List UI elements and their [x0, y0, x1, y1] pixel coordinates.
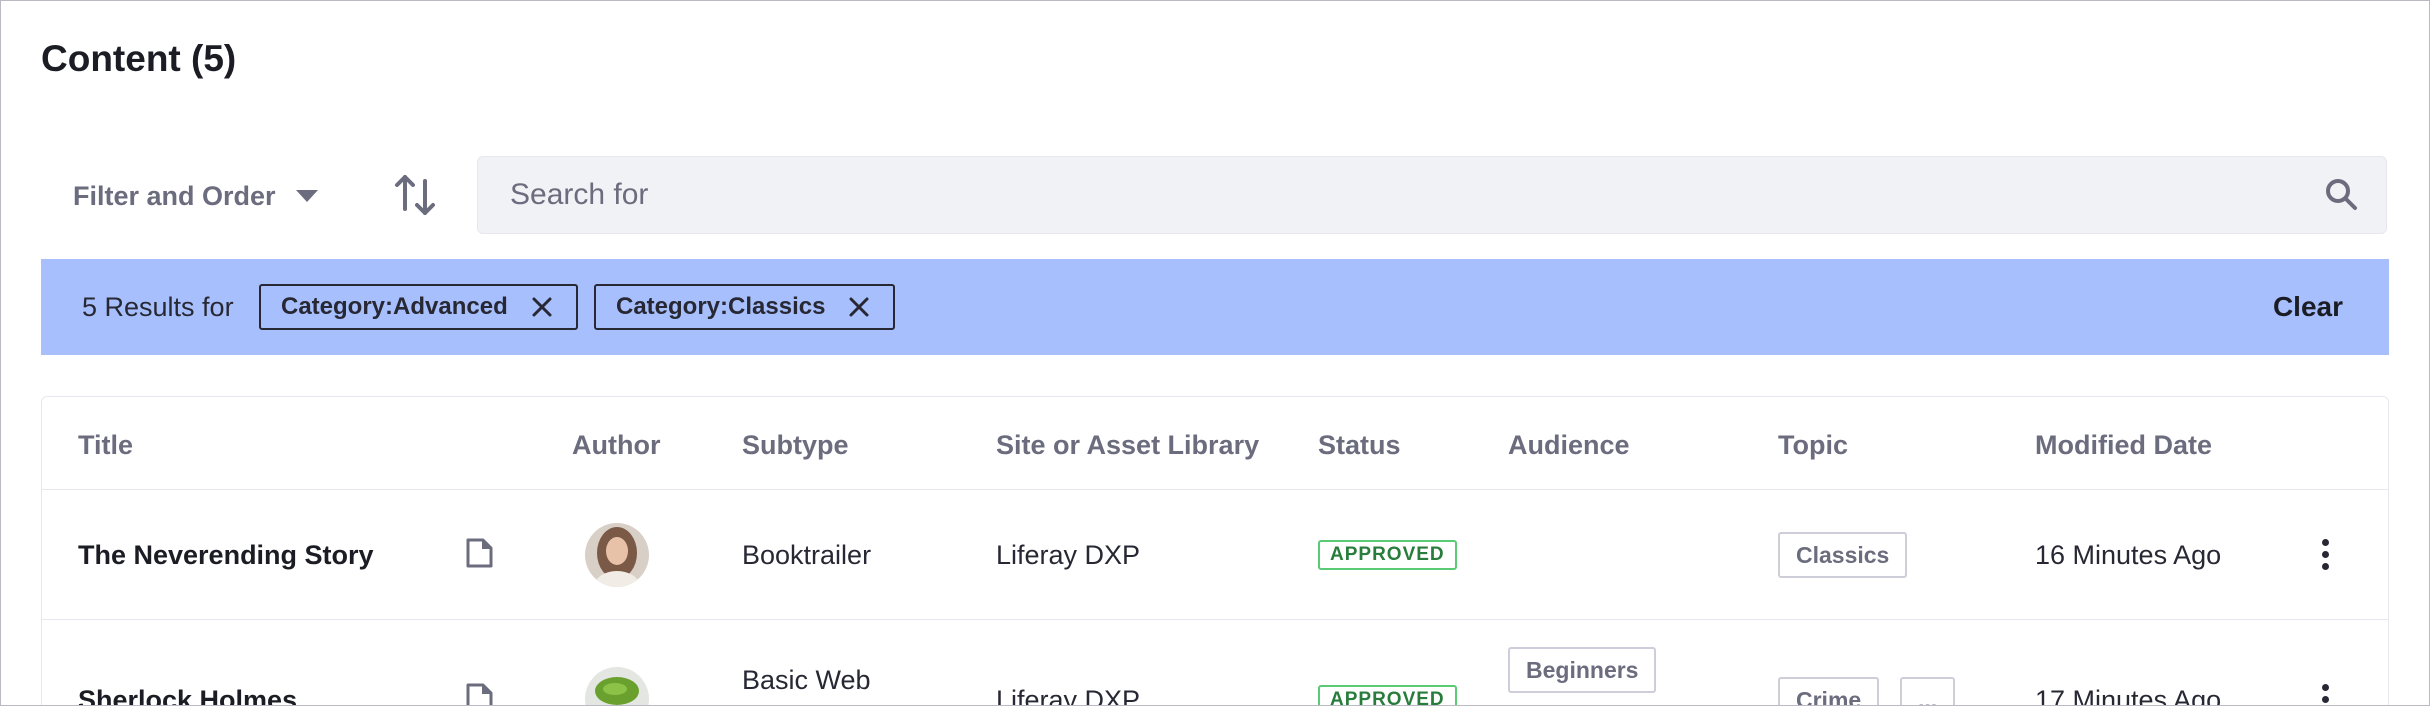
- results-bar: 5 Results for Category:Advanced Category…: [41, 259, 2389, 355]
- row-modified-date: 17 Minutes Ago: [2035, 685, 2222, 706]
- audience-tag: Beginners: [1508, 647, 1657, 693]
- clear-filters-button[interactable]: Clear: [2273, 289, 2343, 325]
- search-input[interactable]: [478, 157, 2330, 233]
- row-modified-date: 16 Minutes Ago: [2035, 540, 2222, 570]
- row-subtype: Booktrailer: [742, 540, 872, 570]
- filter-chip-category-advanced: Category:Advanced: [259, 284, 578, 330]
- sort-order-icon: [395, 175, 435, 215]
- row-title[interactable]: Sherlock Holmes: [78, 682, 297, 705]
- content-panel: Content (5) Filter and Order 5 Results f…: [0, 0, 2430, 706]
- column-header-modified-date[interactable]: Modified Date: [2035, 427, 2212, 463]
- row-subtype: Basic Web: [742, 665, 871, 695]
- kebab-menu-icon[interactable]: [2317, 684, 2333, 705]
- caret-down-icon: [295, 190, 318, 202]
- more-topics-button[interactable]: ...: [1900, 677, 1956, 705]
- page-title: Content (5): [41, 38, 237, 79]
- row-site: Liferay DXP: [996, 685, 1141, 706]
- filter-chip-label: Category:Classics: [616, 293, 826, 320]
- search-icon: [2326, 179, 2357, 210]
- sort-order-button[interactable]: [393, 169, 437, 221]
- row-site: Liferay DXP: [996, 540, 1141, 570]
- document-icon: [466, 683, 493, 705]
- topic-tag: Classics: [1778, 532, 1908, 578]
- filter-and-order-label: Filter and Order: [73, 180, 276, 211]
- column-header-subtype[interactable]: Subtype: [742, 427, 849, 463]
- filter-chip-category-classics: Category:Classics: [594, 284, 895, 330]
- search-button[interactable]: [2322, 175, 2362, 215]
- status-badge: APPROVED: [1318, 540, 1457, 570]
- column-header-title[interactable]: Title: [78, 427, 133, 463]
- document-icon: [466, 538, 493, 568]
- divider: [42, 619, 2388, 620]
- column-header-status[interactable]: Status: [1318, 427, 1401, 463]
- avatar: [585, 667, 649, 705]
- row-title[interactable]: The Neverending Story: [78, 537, 374, 573]
- filter-chip-label: Category:Advanced: [281, 293, 508, 320]
- search-field: [477, 156, 2387, 234]
- topic-tag: Crime: [1778, 677, 1880, 705]
- avatar: [585, 523, 649, 587]
- close-icon[interactable]: [530, 295, 554, 319]
- results-summary: 5 Results for: [82, 292, 234, 322]
- status-badge: APPROVED: [1318, 685, 1457, 705]
- column-header-site[interactable]: Site or Asset Library: [996, 427, 1259, 463]
- column-header-author[interactable]: Author: [572, 427, 660, 463]
- column-header-audience[interactable]: Audience: [1508, 427, 1630, 463]
- filter-and-order-button[interactable]: Filter and Order: [73, 171, 318, 221]
- content-table: Title Author Subtype Site or Asset Libra…: [41, 396, 2389, 706]
- column-header-topic[interactable]: Topic: [1778, 427, 1848, 463]
- divider: [42, 489, 2388, 490]
- kebab-menu-icon[interactable]: [2317, 539, 2333, 573]
- close-icon[interactable]: [847, 295, 871, 319]
